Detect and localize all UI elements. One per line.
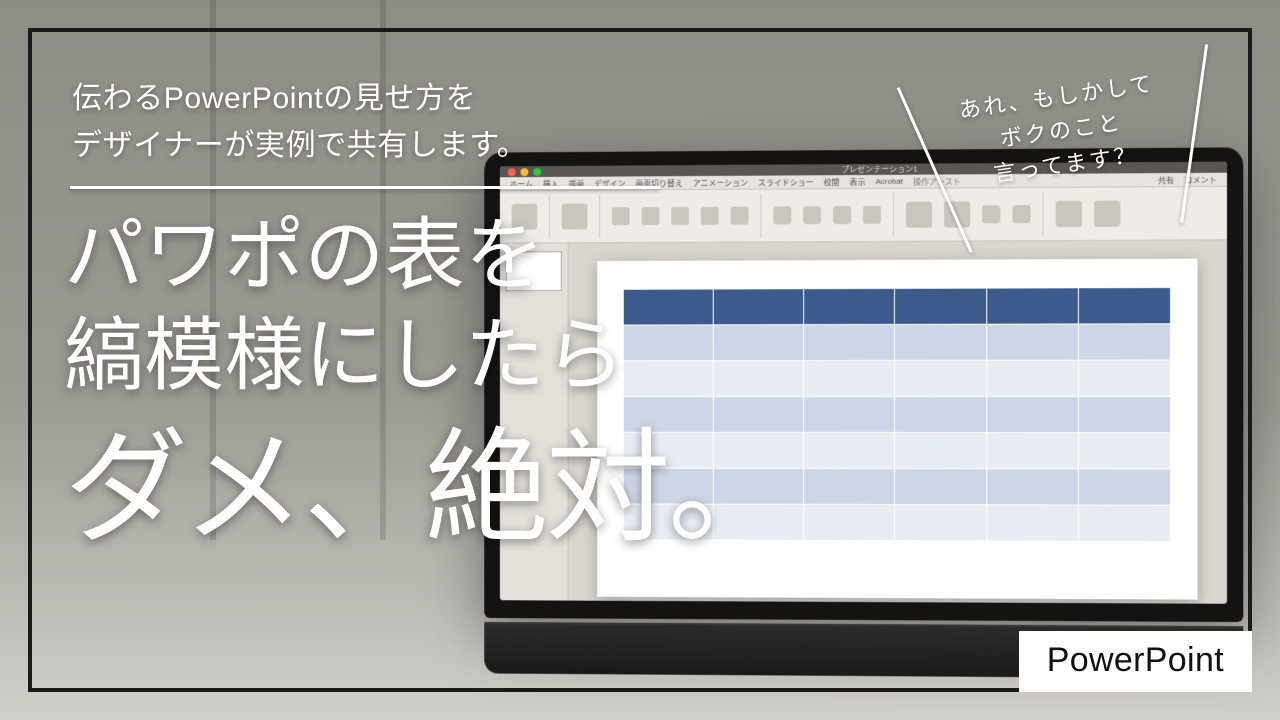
tab-slideshow[interactable]: スライドショー — [758, 177, 814, 188]
table-cell — [986, 505, 1078, 541]
headline-line-3: ダメ、絶対。 — [64, 412, 789, 567]
tab-review[interactable]: 校閲 — [824, 177, 840, 188]
table-cell — [1078, 360, 1170, 396]
design-ideas-icon[interactable] — [1056, 201, 1082, 227]
table-cell — [986, 288, 1078, 324]
table-cell — [1078, 433, 1170, 469]
headline-text: パワポの表を 縞模様にしたら ダメ、絶対。 — [64, 206, 789, 567]
table-cell — [804, 432, 895, 468]
shapes-icon[interactable] — [906, 202, 932, 228]
subtitle-underline — [70, 186, 660, 189]
table-cell — [986, 396, 1078, 432]
table-cell — [804, 504, 895, 540]
table-cell — [804, 468, 895, 504]
table-cell — [1078, 396, 1170, 432]
maximize-icon[interactable] — [533, 168, 541, 176]
align-center-icon[interactable] — [863, 206, 881, 224]
table-cell — [986, 324, 1078, 360]
create-pdf-icon[interactable] — [1094, 201, 1120, 227]
table-cell — [986, 433, 1078, 469]
table-cell — [895, 433, 986, 469]
category-tag: PowerPoint — [1019, 631, 1252, 692]
shape-fill-icon[interactable] — [982, 205, 1000, 223]
shape-outline-icon[interactable] — [1012, 205, 1030, 223]
table-cell — [895, 288, 986, 324]
subtitle-text: 伝わるPowerPointの見せ方をデザイナーが実例で共有します。 — [72, 76, 527, 169]
table-cell — [986, 469, 1078, 505]
table-cell — [895, 505, 986, 541]
headline-line-2: 縞模様にしたら — [64, 306, 789, 406]
numbering-icon[interactable] — [803, 206, 821, 224]
table-cell — [804, 396, 895, 432]
table-cell — [804, 324, 895, 360]
table-cell — [986, 360, 1078, 396]
table-cell — [1078, 287, 1170, 324]
tab-animations[interactable]: アニメーション — [693, 178, 748, 189]
table-cell — [804, 360, 895, 396]
table-cell — [895, 360, 986, 396]
align-left-icon[interactable] — [833, 206, 851, 224]
thumbnail-stage: プレゼンテーション1 ホーム 挿入 描画 デザイン 画面切り替え アニメーション… — [0, 0, 1280, 720]
tab-acrobat[interactable]: Acrobat — [875, 177, 903, 188]
table-cell — [1078, 469, 1170, 505]
headline-line-1: パワポの表を — [64, 206, 789, 306]
table-cell — [1078, 324, 1170, 360]
table-cell — [804, 288, 895, 324]
share-button[interactable]: 共有 — [1158, 175, 1174, 186]
table-cell — [895, 469, 986, 505]
table-cell — [1078, 505, 1170, 542]
table-cell — [895, 324, 986, 360]
tab-view[interactable]: 表示 — [849, 177, 865, 188]
table-cell — [895, 396, 986, 432]
